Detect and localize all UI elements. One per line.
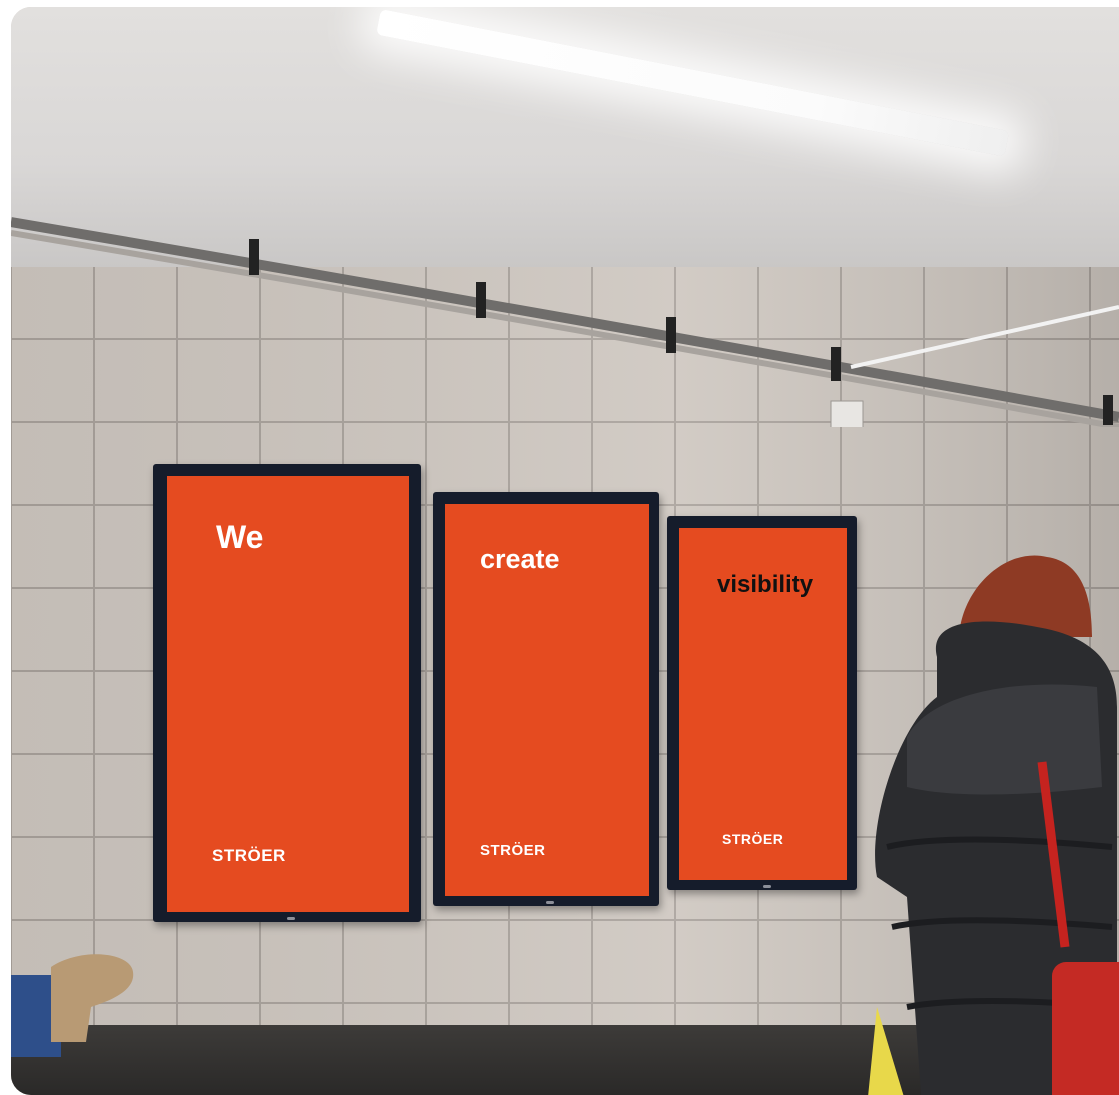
ad-screen-2: create STRÖER — [433, 492, 659, 906]
passerby-hand — [11, 954, 134, 1057]
person-walking — [868, 555, 1119, 1095]
brand-logo: STRÖER — [212, 846, 286, 865]
ad-screen-3: visibility STRÖER — [667, 516, 857, 890]
photo: We STRÖER create STRÖER visibility STRÖE… — [11, 7, 1119, 1095]
screen-headline: We — [216, 519, 264, 555]
brand-logo: STRÖER — [722, 831, 784, 847]
screen-headline: create — [480, 544, 560, 574]
ad-screen-1: We STRÖER — [153, 464, 421, 922]
screen-headline: visibility — [717, 571, 814, 598]
brand-logo: STRÖER — [480, 842, 546, 859]
